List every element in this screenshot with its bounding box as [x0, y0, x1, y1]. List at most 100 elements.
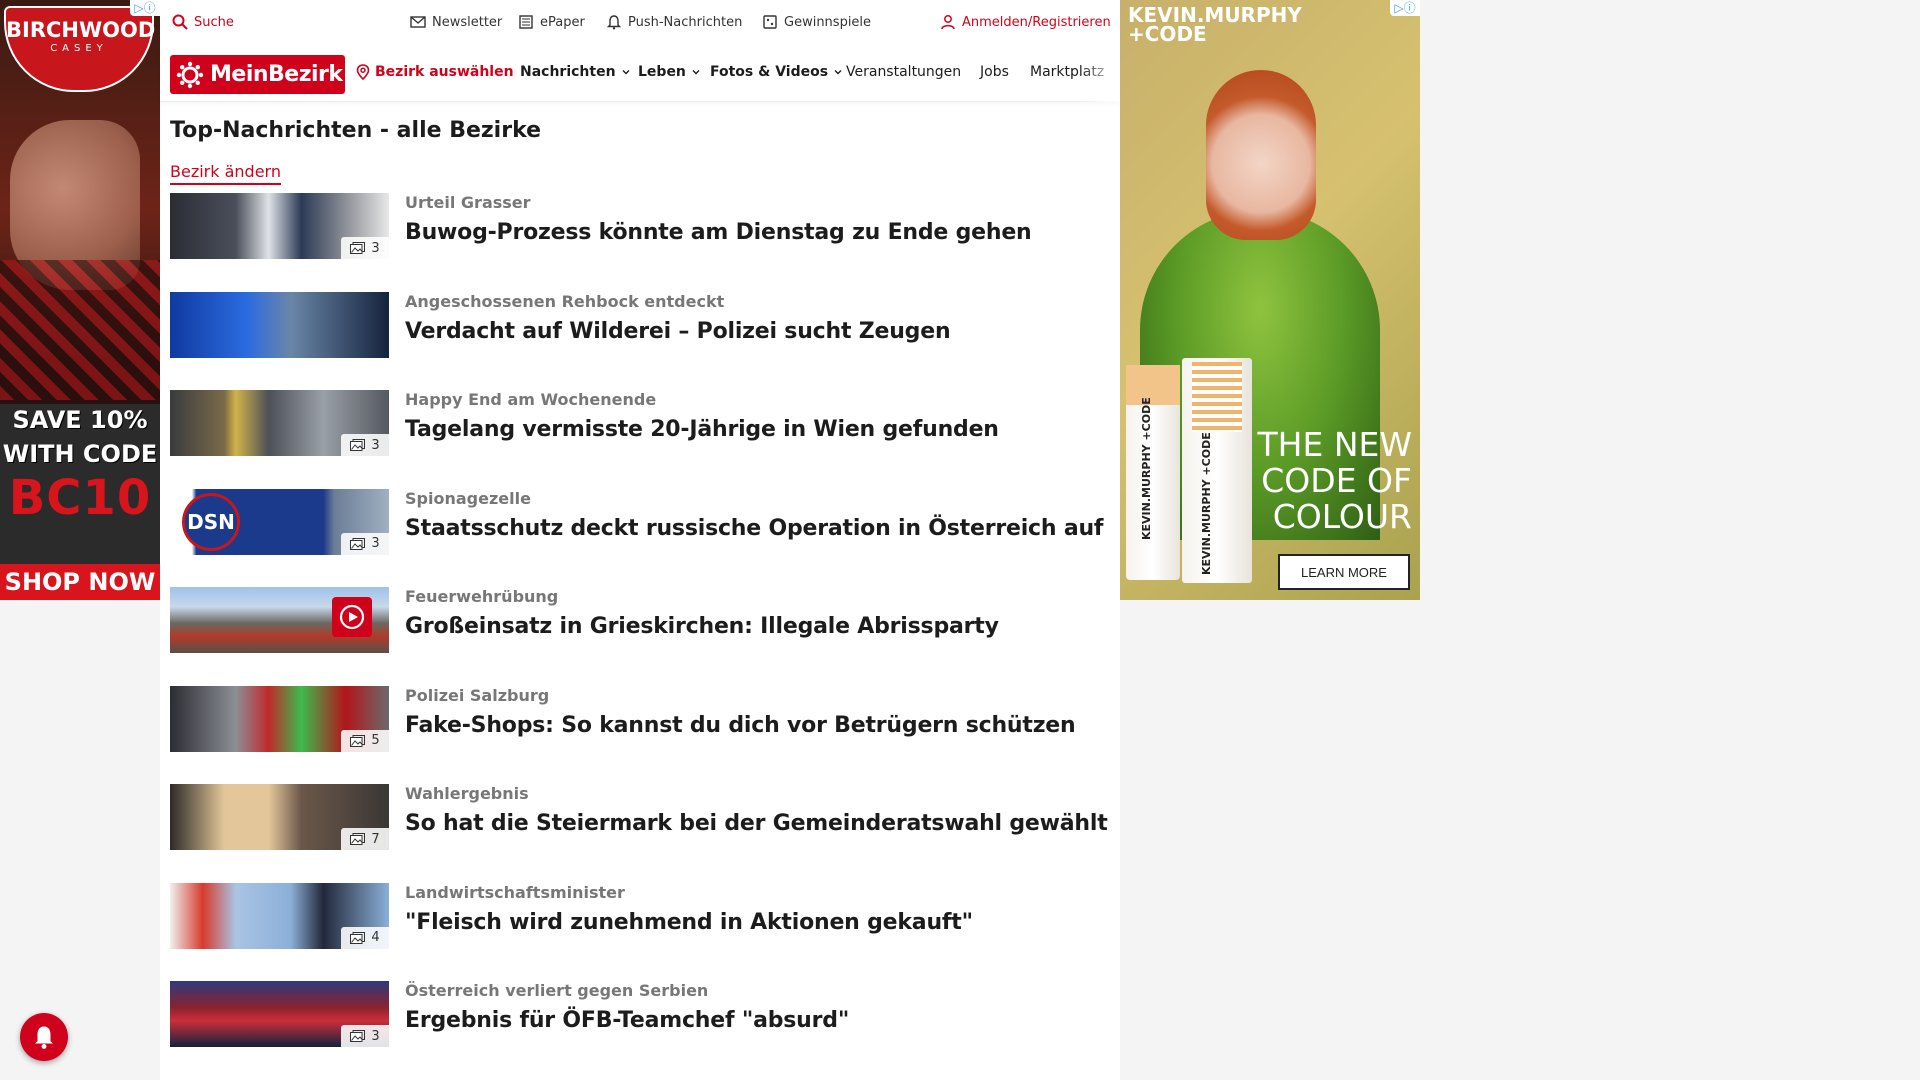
photo-count: 4 [371, 930, 380, 945]
article-item[interactable]: DSN 3 Spionagezelle Staatsschutz deckt r… [170, 488, 1110, 588]
choose-district-button[interactable]: Bezirk auswählen [356, 64, 514, 80]
article-headline[interactable]: So hat die Steiermark bei der Gemeindera… [405, 811, 1108, 836]
push-label: Push-Nachrichten [628, 14, 743, 30]
nav-item-label: Fotos & Videos [710, 64, 829, 80]
photo-count: 3 [371, 536, 380, 551]
epaper-label: ePaper [540, 14, 585, 30]
article-thumbnail[interactable]: 3 [170, 981, 389, 1047]
ad-model-head [1206, 70, 1316, 240]
adchoices-icon[interactable]: ▷ⓘ [1390, 0, 1420, 16]
notification-bell-button[interactable] [20, 1013, 68, 1061]
photo-count-badge: 3 [341, 1025, 389, 1047]
mail-icon [410, 16, 426, 28]
ad-promo: SAVE 10% WITH CODE BC10 SHOP NOW [0, 404, 160, 600]
prize-icon [763, 15, 777, 29]
change-district-link[interactable]: Bezirk ändern [170, 162, 281, 185]
ad-image-product [0, 260, 160, 400]
gallery-icon [350, 833, 366, 845]
chevron-down-icon [622, 70, 630, 75]
video-play-button[interactable] [332, 597, 372, 637]
article-kicker: Angeschossenen Rehbock entdeckt [405, 291, 725, 311]
article-thumbnail[interactable]: 7 [170, 784, 389, 850]
main-navigation: MeinBezirk Bezirk auswählen Nachrichten … [160, 46, 1120, 102]
dsn-emblem: DSN [182, 492, 240, 551]
article-headline[interactable]: Tagelang vermisste 20-Jährige in Wien ge… [405, 417, 999, 442]
nav-item-jobs[interactable]: Jobs [980, 64, 1009, 80]
login-link[interactable]: Anmelden/Registrieren [940, 14, 1111, 30]
article-headline[interactable]: Buwog-Prozess könnte am Dienstag zu Ende… [405, 220, 1032, 245]
nav-item-label: Veranstaltungen [846, 64, 962, 80]
article-item[interactable]: 7 Wahlergebnis So hat die Steiermark bei… [170, 784, 1110, 883]
bell-icon [35, 1026, 53, 1049]
article-headline[interactable]: Großeinsatz in Grieskirchen: Illegale Ab… [405, 614, 999, 639]
brand-name: MeinBezirk [210, 62, 343, 87]
photo-count-badge: 3 [341, 434, 389, 456]
article-item[interactable]: Feuerwehrübung Großeinsatz in Grieskirch… [170, 587, 1110, 686]
ad-brand-logo: KEVIN.MURPHY +CODE [1128, 5, 1302, 44]
article-kicker: Happy End am Wochenende [405, 390, 657, 409]
article-list: 3 Urteil Grasser Buwog-Prozess könnte am… [170, 193, 1110, 1080]
search-link[interactable]: Suche [172, 14, 234, 30]
ad-promo-line2: WITH CODE [2, 440, 158, 468]
nav-item-veranstaltungen[interactable]: Veranstaltungen [846, 64, 961, 80]
nav-item-nachrichten[interactable]: Nachrichten [520, 64, 631, 80]
gallery-icon [350, 931, 366, 944]
login-label: Anmelden/Registrieren [962, 14, 1111, 30]
page-title: Top-Nachrichten - alle Bezirke [170, 118, 542, 143]
article-item[interactable]: 4 Landwirtschaftsminister "Fleisch wird … [170, 882, 1110, 982]
ad-brand: BIRCHWOOD [6, 18, 156, 42]
article-thumbnail[interactable] [170, 291, 389, 358]
right-display-ad[interactable]: KEVIN.MURPHY +CODE KEVIN.MURPHY +CODE KE… [1120, 0, 1420, 600]
user-icon [941, 15, 955, 30]
photo-count: 7 [371, 831, 380, 847]
article-headline[interactable]: "Fleisch wird zunehmend in Aktionen geka… [405, 910, 973, 935]
nav-item-label: Nachrichten [520, 64, 616, 80]
article-thumbnail[interactable]: 3 [170, 390, 389, 456]
article-item[interactable]: 3 Österreich verliert gegen Serbien Erge… [170, 981, 1110, 1080]
ad-slogan-line1: THE NEW [1257, 425, 1412, 464]
article-headline[interactable]: Staatsschutz deckt russische Operation i… [405, 516, 1104, 541]
article-kicker: Feuerwehrübung [405, 587, 559, 606]
chevron-down-icon [834, 70, 842, 75]
ad-shop-now-button[interactable]: SHOP NOW [0, 564, 160, 600]
epaper-link[interactable]: ePaper [518, 14, 585, 30]
chevron-down-icon [692, 70, 700, 75]
article-thumbnail[interactable]: 4 [170, 882, 389, 949]
newsletter-link[interactable]: Newsletter [410, 14, 502, 30]
article-kicker: Landwirtschaftsminister [405, 882, 625, 902]
product-label: KEVIN.MURPHY +CODE [1200, 432, 1213, 575]
ad-slogan: THE NEW CODE OF COLOUR [1242, 427, 1412, 535]
adchoices-icon[interactable]: ▷ⓘ [130, 0, 160, 16]
photo-count: 3 [371, 437, 380, 453]
article-item[interactable]: 3 Urteil Grasser Buwog-Prozess könnte am… [170, 193, 1110, 292]
push-link[interactable]: Push-Nachrichten [606, 14, 742, 30]
learn-more-button[interactable]: LEARN MORE [1278, 554, 1410, 590]
article-item[interactable]: Angeschossenen Rehbock entdeckt Verdacht… [170, 291, 1110, 391]
article-thumbnail[interactable] [170, 587, 389, 653]
left-skyscraper-ad[interactable]: BIRCHWOOD CASEY SAVE 10% WITH CODE BC10 … [0, 0, 160, 600]
article-thumbnail[interactable]: 3 [170, 193, 389, 259]
article-item[interactable]: 5 Polizei Salzburg Fake-Shops: So kannst… [170, 685, 1110, 785]
article-thumbnail[interactable]: DSN 3 [170, 488, 389, 555]
article-headline[interactable]: Ergebnis für ÖFB-Teamchef "absurd" [405, 1008, 849, 1033]
main-column: Suche Newsletter ePaper Push-Nachrichten… [160, 0, 1120, 1080]
gallery-icon [350, 734, 366, 747]
photo-count: 3 [371, 240, 380, 256]
article-headline[interactable]: Verdacht auf Wilderei – Polizei sucht Ze… [405, 319, 951, 344]
article-kicker: Spionagezelle [405, 488, 531, 508]
nav-item-fotos-videos[interactable]: Fotos & Videos [710, 64, 843, 80]
nav-item-leben[interactable]: Leben [638, 64, 701, 80]
gallery-icon [350, 1030, 366, 1042]
article-item[interactable]: 3 Happy End am Wochenende Tagelang vermi… [170, 390, 1110, 489]
article-thumbnail[interactable]: 5 [170, 685, 389, 752]
article-headline[interactable]: Fake-Shops: So kannst du dich vor Betrüg… [405, 713, 1076, 738]
meinbezirk-logo[interactable]: MeinBezirk [170, 55, 345, 94]
choose-district-label: Bezirk auswählen [375, 64, 514, 80]
gewinnspiele-link[interactable]: Gewinnspiele [762, 14, 871, 30]
bell-icon [606, 15, 622, 30]
location-pin-icon [356, 64, 370, 80]
article-kicker: Polizei Salzburg [405, 685, 550, 705]
product-stripes [1192, 362, 1242, 432]
search-label: Suche [194, 14, 234, 30]
article-kicker: Österreich verliert gegen Serbien [405, 981, 709, 1000]
